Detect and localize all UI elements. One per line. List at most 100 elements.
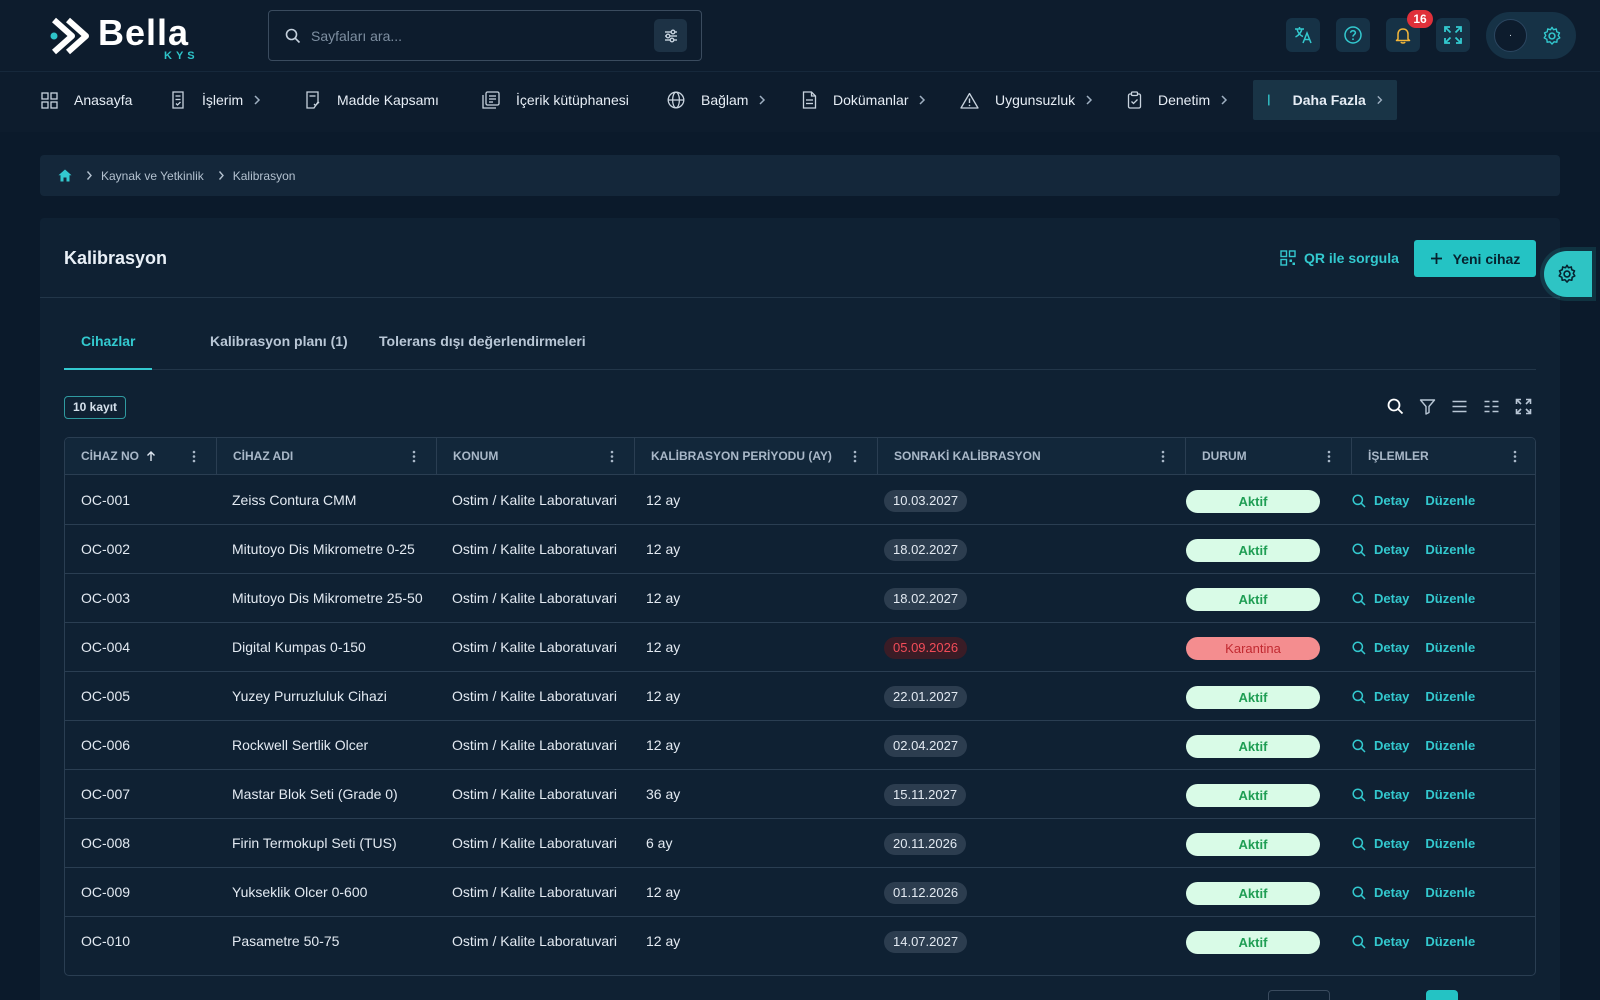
column-menu-icon[interactable] bbox=[1513, 450, 1517, 463]
column-menu-icon[interactable] bbox=[853, 450, 857, 463]
cell-device-no: OC-005 bbox=[81, 688, 131, 704]
table-row[interactable]: OC-010 Pasametre 50-75 Ostim / Kalite Labo… bbox=[65, 916, 1535, 967]
table-search-icon[interactable] bbox=[1387, 398, 1404, 415]
column-header-konum[interactable]: KONUM bbox=[437, 438, 635, 475]
tab-cihazlar[interactable]: Cihazlar bbox=[64, 324, 152, 370]
table-row[interactable]: OC-003 Mitutoyo Dis Mikrometre 25-50 Ostim… bbox=[65, 573, 1535, 624]
detail-button[interactable]: Detay bbox=[1352, 917, 1409, 967]
edit-button[interactable]: Düzenle bbox=[1425, 917, 1475, 967]
detail-button[interactable]: Detay bbox=[1352, 819, 1409, 869]
grid-icon bbox=[41, 91, 58, 109]
cell-location: Ostim / Kalite Laboratuvari bbox=[452, 933, 617, 949]
table-row[interactable]: OC-002 Mitutoyo Dis Mikrometre 0-25 Ostim … bbox=[65, 524, 1535, 575]
cell-device-name: Yukseklik Olcer 0-600 bbox=[232, 884, 368, 900]
user-menu[interactable]: · bbox=[1486, 12, 1576, 59]
column-menu-icon[interactable] bbox=[610, 450, 614, 463]
cell-location: Ostim / Kalite Laboratuvari bbox=[452, 884, 617, 900]
tab-tolerans-disi[interactable]: Tolerans dışı değerlendirmeleri bbox=[379, 324, 586, 370]
translate-icon bbox=[1295, 27, 1312, 44]
divider bbox=[40, 297, 1560, 298]
detail-button[interactable]: Detay bbox=[1352, 721, 1409, 771]
column-menu-icon[interactable] bbox=[192, 450, 196, 463]
detail-button[interactable]: Detay bbox=[1352, 525, 1409, 575]
column-header-sonraki-kalibrasyon[interactable]: SONRAKİ KALİBRASYON bbox=[878, 438, 1186, 475]
edit-button[interactable]: Düzenle bbox=[1425, 721, 1475, 771]
column-menu-icon[interactable] bbox=[412, 450, 416, 463]
qr-query-label: QR ile sorgula bbox=[1304, 250, 1399, 266]
detail-button[interactable]: Detay bbox=[1352, 672, 1409, 722]
edit-button[interactable]: Düzenle bbox=[1425, 672, 1475, 722]
table-row[interactable]: OC-008 Firin Termokupl Seti (TUS) Ostim / … bbox=[65, 818, 1535, 869]
table-fullscreen-icon[interactable] bbox=[1515, 398, 1532, 415]
pagination-current-page[interactable] bbox=[1426, 990, 1458, 1000]
settings-float-button[interactable] bbox=[1544, 251, 1592, 297]
detail-button[interactable]: Detay bbox=[1352, 476, 1409, 526]
tab-kalibrasyon-plani[interactable]: Kalibrasyon planı (1) bbox=[210, 324, 348, 370]
column-menu-icon[interactable] bbox=[1161, 450, 1165, 463]
sort-ascending-icon[interactable] bbox=[146, 451, 156, 462]
nav-item-baglam[interactable]: Bağlam bbox=[667, 80, 766, 120]
edit-button[interactable]: Düzenle bbox=[1425, 868, 1475, 918]
table-row[interactable]: OC-009 Yukseklik Olcer 0-600 Ostim / Kalit… bbox=[65, 867, 1535, 918]
cell-device-name: Rockwell Sertlik Olcer bbox=[232, 737, 369, 753]
column-header-cihaz-no[interactable]: CİHAZ NO bbox=[65, 438, 217, 475]
nav-item-anasayfa[interactable]: Anasayfa bbox=[41, 80, 132, 120]
table-row[interactable]: OC-005 Yuzey Purruzluluk Cihazi Ostim / Ka… bbox=[65, 671, 1535, 722]
fullscreen-button[interactable] bbox=[1436, 18, 1470, 52]
cell-location: Ostim / Kalite Laboratuvari bbox=[452, 639, 617, 655]
edit-button[interactable]: Düzenle bbox=[1425, 476, 1475, 526]
detail-button[interactable]: Detay bbox=[1352, 868, 1409, 918]
nav-item-icerik-kutuphanesi[interactable]: İçerik kütüphanesi bbox=[482, 80, 629, 120]
home-icon[interactable] bbox=[58, 169, 72, 182]
column-header-periyot[interactable]: KALİBRASYON PERİYODU (AY) bbox=[635, 438, 878, 475]
search-filter-button[interactable] bbox=[654, 19, 687, 52]
edit-button[interactable]: Düzenle bbox=[1425, 770, 1475, 820]
language-button[interactable] bbox=[1286, 18, 1320, 52]
detail-button[interactable]: Detay bbox=[1352, 623, 1409, 673]
status-badge: Karantina bbox=[1186, 636, 1320, 660]
detail-label: Detay bbox=[1374, 885, 1410, 901]
notification-count-badge: 16 bbox=[1407, 10, 1433, 28]
table-row[interactable]: OC-004 Digital Kumpas 0-150 Ostim / Kalite… bbox=[65, 622, 1535, 673]
status-badge: Aktif bbox=[1186, 685, 1320, 709]
record-count-badge: 10 kayıt bbox=[64, 396, 127, 419]
nav-item-madde-kapsami[interactable]: Madde Kapsamı bbox=[305, 80, 439, 120]
column-header-durum[interactable]: DURUM bbox=[1186, 438, 1352, 475]
table-row[interactable]: OC-006 Rockwell Sertlik Olcer Ostim / Kali… bbox=[65, 720, 1535, 771]
globe-icon bbox=[667, 91, 685, 109]
nav-item-uygunsuzluk[interactable]: Uygunsuzluk bbox=[960, 80, 1093, 120]
table-row[interactable]: OC-001 Zeiss Contura CMM Ostim / Kalite La… bbox=[65, 475, 1535, 526]
search-input[interactable] bbox=[311, 23, 641, 49]
qr-query-button[interactable]: QR ile sorgula bbox=[1280, 246, 1399, 270]
nav-item-denetim[interactable]: Denetim bbox=[1127, 80, 1228, 120]
nav-item-daha-fazla[interactable]: Daha Fazla bbox=[1253, 80, 1397, 120]
avatar[interactable]: · bbox=[1494, 19, 1527, 52]
edit-button[interactable]: Düzenle bbox=[1425, 819, 1475, 869]
edit-button[interactable]: Düzenle bbox=[1425, 525, 1475, 575]
edit-button[interactable]: Düzenle bbox=[1425, 574, 1475, 624]
next-calibration-date: 20.11.2026 bbox=[884, 833, 967, 856]
detail-button[interactable]: Detay bbox=[1352, 574, 1409, 624]
column-header-cihaz-adi[interactable]: CİHAZ ADI bbox=[217, 438, 437, 475]
table-density-icon[interactable] bbox=[1451, 398, 1468, 415]
nav-item-dokumanlar[interactable]: Dokümanlar bbox=[802, 80, 926, 120]
column-menu-icon[interactable] bbox=[1327, 450, 1331, 463]
gear-icon[interactable] bbox=[1541, 25, 1563, 47]
page-size-select[interactable] bbox=[1268, 990, 1330, 1000]
table-columns-icon[interactable] bbox=[1483, 398, 1500, 415]
column-header-islemler[interactable]: İŞLEMLER bbox=[1352, 438, 1535, 475]
logo[interactable]: Bella KYS bbox=[48, 10, 208, 62]
detail-button[interactable]: Detay bbox=[1352, 770, 1409, 820]
magnifier-icon bbox=[1352, 886, 1366, 900]
table-row[interactable]: OC-007 Mastar Blok Seti (Grade 0) Ostim / … bbox=[65, 769, 1535, 820]
help-button[interactable] bbox=[1336, 18, 1370, 52]
new-device-button[interactable]: Yeni cihaz bbox=[1414, 240, 1536, 277]
table-filter-icon[interactable] bbox=[1419, 398, 1436, 415]
cell-device-name: Yuzey Purruzluluk Cihazi bbox=[232, 688, 387, 704]
cell-period: 12 ay bbox=[646, 590, 681, 606]
nav-item-islerim[interactable]: İşlerim bbox=[170, 80, 261, 120]
edit-button[interactable]: Düzenle bbox=[1425, 623, 1475, 673]
breadcrumb-link[interactable]: Kaynak ve Yetkinlik bbox=[101, 169, 204, 183]
detail-label: Detay bbox=[1374, 542, 1410, 558]
cell-device-name: Mitutoyo Dis Mikrometre 25-50 bbox=[232, 590, 423, 606]
